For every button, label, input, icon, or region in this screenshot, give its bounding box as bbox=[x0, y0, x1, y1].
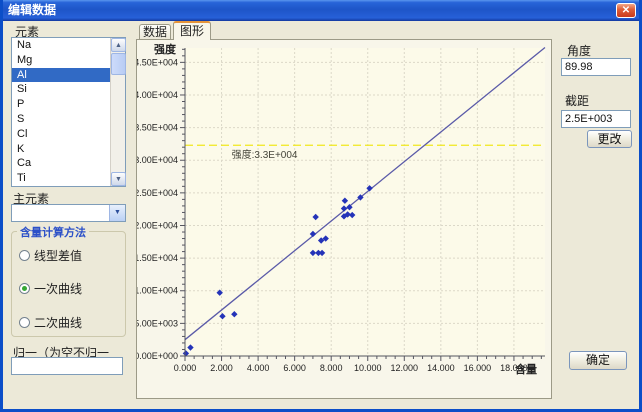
y-axis-title: 强度 bbox=[154, 42, 177, 56]
x-tick-label: 12.000 bbox=[391, 363, 419, 373]
x-tick-label: 6.000 bbox=[283, 363, 306, 373]
list-item[interactable]: Na bbox=[12, 38, 111, 53]
close-icon[interactable]: ✕ bbox=[616, 3, 636, 18]
y-tick-label: 2.50E+004 bbox=[137, 188, 178, 198]
radio-linear-interp[interactable]: 线型差值 bbox=[19, 248, 82, 262]
list-item[interactable]: Ti bbox=[12, 171, 111, 186]
edit-data-dialog: 编辑数据 ✕ 元素 Na Mg Al Si P S Cl K Ca Ti ▲ ▼… bbox=[0, 0, 642, 412]
intercept-label: 截距 bbox=[565, 92, 589, 109]
list-item[interactable]: S bbox=[12, 112, 111, 127]
x-tick-label: 14.000 bbox=[427, 363, 455, 373]
list-item[interactable]: K bbox=[12, 142, 111, 157]
main-element-value bbox=[12, 209, 15, 221]
intercept-input[interactable]: 2.5E+003 bbox=[561, 110, 631, 128]
list-item[interactable]: Ca bbox=[12, 156, 111, 171]
list-item[interactable]: Si bbox=[12, 82, 111, 97]
scroll-down-icon[interactable]: ▼ bbox=[111, 172, 126, 186]
x-tick-label: 0.000 bbox=[174, 363, 197, 373]
radio-second-order-curve[interactable]: 二次曲线 bbox=[19, 315, 82, 329]
x-tick-label: 10.000 bbox=[354, 363, 382, 373]
ok-button[interactable]: 确定 bbox=[569, 351, 627, 370]
main-element-select[interactable]: ▼ bbox=[11, 204, 126, 222]
y-tick-label: 1.50E+004 bbox=[137, 253, 178, 263]
angle-input[interactable]: 89.98 bbox=[561, 58, 631, 76]
angle-label: 角度 bbox=[567, 42, 591, 59]
x-tick-label: 16.000 bbox=[464, 363, 492, 373]
x-tick-label: 2.000 bbox=[210, 363, 233, 373]
scroll-up-icon[interactable]: ▲ bbox=[111, 38, 126, 52]
y-tick-label: 3.50E+004 bbox=[137, 123, 178, 133]
scrollbar[interactable]: ▲ ▼ bbox=[110, 38, 125, 186]
element-list[interactable]: Na Mg Al Si P S Cl K Ca Ti ▲ ▼ bbox=[11, 37, 126, 187]
chart-plot-area bbox=[185, 48, 545, 356]
method-group-label: 含量计算方法 bbox=[17, 224, 89, 240]
x-tick-label: 4.000 bbox=[247, 363, 270, 373]
intensity-content-chart: 强度:3.3E+004 0.000 2.000 4.000 6.000 8.000 10.0… bbox=[137, 40, 551, 398]
radio-label: 线型差值 bbox=[34, 247, 82, 264]
radio-icon[interactable] bbox=[19, 283, 30, 294]
radio-label: 一次曲线 bbox=[34, 280, 82, 297]
method-groupbox: 含量计算方法 线型差值 一次曲线 二次曲线 bbox=[11, 231, 126, 337]
marker-line-label: 强度:3.3E+004 bbox=[232, 148, 298, 161]
list-item[interactable]: Mg bbox=[12, 53, 111, 68]
x-axis-title: 含量 bbox=[514, 362, 537, 376]
list-item[interactable]: Cl bbox=[12, 127, 111, 142]
y-tick-label: 5.00E+003 bbox=[137, 318, 178, 328]
y-tick-label: 4.50E+004 bbox=[137, 57, 178, 67]
y-tick-label: 0.00E+000 bbox=[137, 351, 178, 361]
normalize-input[interactable] bbox=[11, 357, 123, 375]
change-button[interactable]: 更改 bbox=[587, 130, 632, 148]
chevron-down-icon[interactable]: ▼ bbox=[109, 205, 125, 221]
y-tick-label: 1.00E+004 bbox=[137, 286, 178, 296]
title-bar[interactable]: 编辑数据 ✕ bbox=[0, 0, 642, 21]
list-item[interactable]: P bbox=[12, 97, 111, 112]
radio-icon[interactable] bbox=[19, 317, 30, 328]
scrollbar-thumb[interactable] bbox=[111, 53, 126, 75]
graph-tab-page: 强度:3.3E+004 0.000 2.000 4.000 6.000 8.000 10.0… bbox=[136, 39, 552, 399]
y-tick-label: 2.00E+004 bbox=[137, 220, 178, 230]
list-item[interactable]: Al bbox=[12, 68, 111, 83]
y-tick-label: 3.00E+004 bbox=[137, 155, 178, 165]
tab-data[interactable]: 数据 bbox=[139, 24, 171, 39]
window-title: 编辑数据 bbox=[8, 3, 56, 17]
radio-icon[interactable] bbox=[19, 250, 30, 261]
x-tick-label: 8.000 bbox=[320, 363, 343, 373]
y-tick-label: 4.00E+004 bbox=[137, 90, 178, 100]
radio-first-order-curve[interactable]: 一次曲线 bbox=[19, 281, 82, 295]
radio-label: 二次曲线 bbox=[34, 314, 82, 331]
tab-graph[interactable]: 图形 bbox=[173, 21, 211, 40]
